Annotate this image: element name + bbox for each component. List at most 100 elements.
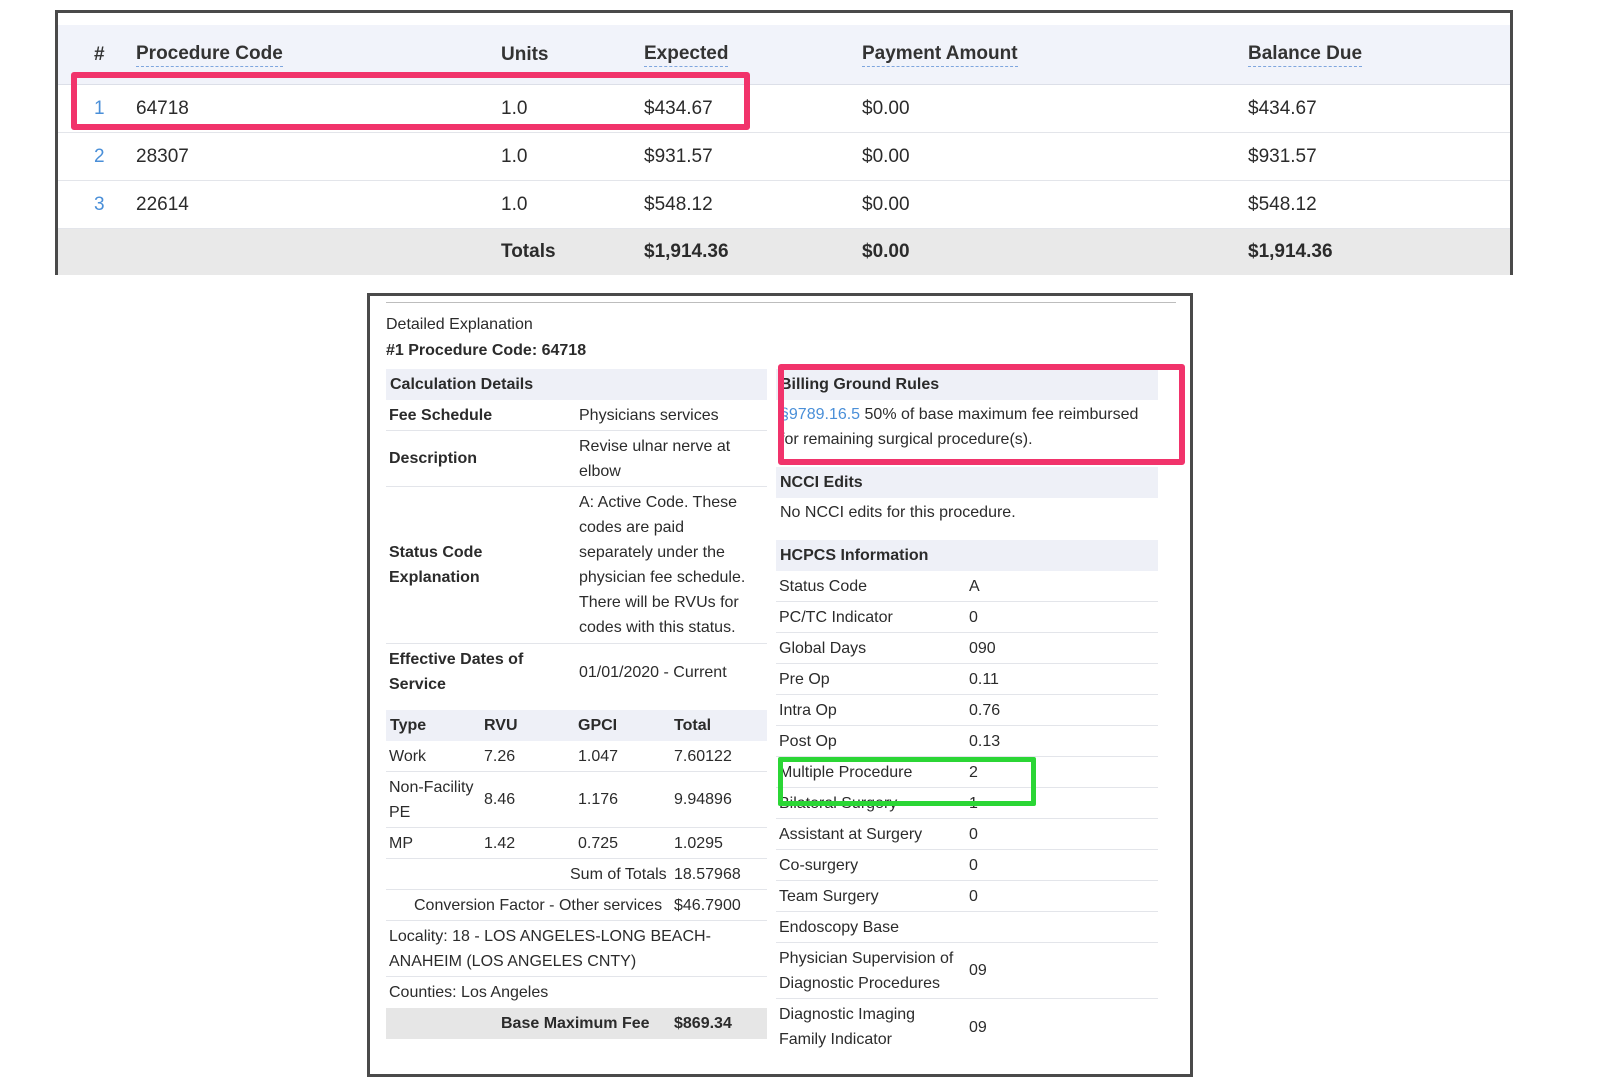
locality-row: Locality: 18 - LOS ANGELES-LONG BEACH- A… bbox=[386, 921, 767, 977]
description-label: Description bbox=[389, 450, 478, 467]
hcpcs-key: Co-surgery bbox=[779, 856, 859, 874]
rvu-header-total: Total bbox=[674, 716, 712, 734]
hcpcs-key: Status Code bbox=[779, 577, 868, 595]
hcpcs-value: 2 bbox=[969, 763, 978, 781]
procedure-code: 28307 bbox=[136, 145, 189, 167]
balance-due: $548.12 bbox=[1248, 193, 1317, 215]
header-expected[interactable]: Expected bbox=[644, 25, 729, 84]
hcpcs-row: PC/TC Indicator 0 bbox=[776, 602, 1158, 633]
hcpcs-key: Pre Op bbox=[779, 670, 830, 688]
hcpcs-value: 0 bbox=[969, 887, 978, 905]
effective-dates-label: Effective Dates of Service bbox=[389, 651, 524, 693]
rvu-row-mp: MP 1.42 0.725 1.0295 bbox=[386, 828, 767, 859]
units: 1.0 bbox=[501, 193, 528, 215]
totals-balance: $1,914.36 bbox=[1248, 241, 1333, 262]
expected: $434.67 bbox=[644, 97, 713, 119]
hcpcs-row: Bilateral Surgery 1 bbox=[776, 788, 1158, 819]
payment-amount: $0.00 bbox=[862, 97, 910, 119]
hcpcs-row: Team Surgery 0 bbox=[776, 881, 1158, 912]
hcpcs-value: 09 bbox=[969, 1018, 987, 1036]
hcpcs-key: Bilateral Surgery bbox=[779, 794, 898, 812]
hcpcs-row-physician-supervision: Physician Supervision of Diagnostic Proc… bbox=[776, 943, 1158, 999]
detail-subtitle: #1 Procedure Code: 64718 bbox=[386, 342, 587, 359]
locality-text: Locality: 18 - LOS ANGELES-LONG BEACH- A… bbox=[389, 927, 711, 970]
sum-of-totals-row: Sum of Totals 18.57968 bbox=[386, 859, 767, 890]
status-code-row: Status Code Explanation A: Active Code. … bbox=[386, 487, 767, 644]
conversion-factor-value: $46.7900 bbox=[674, 896, 741, 914]
totals-row: Totals $1,914.36 $0.00 $1,914.36 bbox=[58, 229, 1510, 275]
hcpcs-key: PC/TC Indicator bbox=[779, 608, 893, 626]
expected: $548.12 bbox=[644, 193, 713, 215]
ncci-edits-text: No NCCI edits for this procedure. bbox=[780, 504, 1016, 521]
totals-expected: $1,914.36 bbox=[644, 241, 729, 262]
row-number-link[interactable]: 1 bbox=[94, 85, 105, 132]
rvu-row-pe: Non-Facility PE 8.46 1.176 9.94896 bbox=[386, 772, 767, 828]
hcpcs-key: Multiple Procedure bbox=[779, 763, 913, 781]
hcpcs-key: Physician Supervision of Diagnostic Proc… bbox=[779, 949, 954, 992]
hcpcs-row: Endoscopy Base bbox=[776, 912, 1158, 943]
rvu-type: Non-Facility PE bbox=[389, 778, 474, 821]
table-row: 2 28307 1.0 $931.57 $0.00 $931.57 bbox=[58, 133, 1510, 181]
rule-reference-link[interactable]: §9789.16.5 bbox=[780, 406, 860, 423]
hcpcs-value: 0 bbox=[969, 856, 978, 874]
fee-schedule-value: Physicians services bbox=[579, 406, 719, 424]
hcpcs-row: Global Days 090 bbox=[776, 633, 1158, 664]
conversion-factor-row: Conversion Factor - Other services $46.7… bbox=[386, 890, 767, 921]
hcpcs-value: 0.11 bbox=[969, 670, 999, 688]
rvu-header-gpci: GPCI bbox=[578, 716, 618, 734]
header-balance-due[interactable]: Balance Due bbox=[1248, 25, 1363, 84]
total-value: 1.0295 bbox=[674, 834, 723, 852]
hcpcs-value: 09 bbox=[969, 962, 987, 979]
detail-title: Detailed Explanation bbox=[386, 316, 533, 333]
header-units: Units bbox=[501, 43, 549, 65]
header-num: # bbox=[94, 43, 105, 65]
header-payment-amount[interactable]: Payment Amount bbox=[862, 25, 1018, 84]
hcpcs-value: 0 bbox=[969, 825, 978, 843]
hcpcs-key: Team Surgery bbox=[779, 887, 879, 905]
hcpcs-key: Diagnostic Imaging Family Indicator bbox=[779, 1006, 916, 1048]
procedure-code: 22614 bbox=[136, 193, 189, 215]
status-code-explanation: A: Active Code. These codes are paid sep… bbox=[579, 494, 746, 636]
procedure-code: 64718 bbox=[136, 97, 189, 119]
hcpcs-row: Co-surgery 0 bbox=[776, 850, 1158, 881]
sum-of-totals-label: Sum of Totals bbox=[570, 865, 667, 883]
claim-summary-table: # Procedure Code Units Expected Payment … bbox=[55, 10, 1513, 275]
row-number-link[interactable]: 2 bbox=[94, 133, 105, 180]
hcpcs-value: 0.13 bbox=[969, 732, 1001, 750]
fee-schedule-label: Fee Schedule bbox=[389, 406, 493, 424]
divider bbox=[386, 302, 1176, 303]
expected: $931.57 bbox=[644, 145, 713, 167]
detailed-explanation-panel: Detailed Explanation #1 Procedure Code: … bbox=[367, 293, 1193, 1077]
counties-row: Counties: Los Angeles bbox=[386, 977, 767, 1008]
hcpcs-row: Pre Op 0.11 bbox=[776, 664, 1158, 695]
hcpcs-row-diagnostic-imaging: Diagnostic Imaging Family Indicator 09 bbox=[776, 999, 1158, 1055]
billing-ground-rules-heading: Billing Ground Rules bbox=[776, 369, 1158, 400]
units: 1.0 bbox=[501, 97, 528, 119]
hcpcs-key: Global Days bbox=[779, 639, 867, 657]
hcpcs-key: Endoscopy Base bbox=[779, 918, 900, 936]
header-procedure-code[interactable]: Procedure Code bbox=[136, 25, 283, 84]
hcpcs-row: Status Code A bbox=[776, 571, 1158, 602]
hcpcs-key: Post Op bbox=[779, 732, 837, 750]
balance-due: $434.67 bbox=[1248, 97, 1317, 119]
calculation-details-heading: Calculation Details bbox=[386, 369, 767, 400]
total-value: 9.94896 bbox=[674, 791, 732, 808]
rvu-table-header: Type RVU GPCI Total bbox=[386, 710, 767, 741]
ncci-edits-heading: NCCI Edits bbox=[776, 467, 1158, 498]
hcpcs-key: Intra Op bbox=[779, 701, 837, 719]
row-number-link[interactable]: 3 bbox=[94, 181, 105, 228]
rvu-row-work: Work 7.26 1.047 7.60122 bbox=[386, 741, 767, 772]
hcpcs-row-multiple-procedure: Multiple Procedure 2 bbox=[776, 757, 1158, 788]
base-maximum-fee-label: Base Maximum Fee bbox=[501, 1014, 650, 1032]
rvu-value: 1.42 bbox=[484, 834, 516, 852]
gpci-value: 0.725 bbox=[578, 834, 619, 852]
hcpcs-row: Post Op 0.13 bbox=[776, 726, 1158, 757]
hcpcs-row: Assistant at Surgery 0 bbox=[776, 819, 1158, 850]
status-code-label: Status Code Explanation bbox=[389, 544, 483, 586]
hcpcs-value: 0.76 bbox=[969, 701, 1001, 719]
counties-text: Counties: Los Angeles bbox=[389, 984, 549, 1001]
rvu-value: 7.26 bbox=[484, 747, 516, 765]
table-row: 3 22614 1.0 $548.12 $0.00 $548.12 bbox=[58, 181, 1510, 229]
totals-payment: $0.00 bbox=[862, 241, 910, 262]
hcpcs-row: Intra Op 0.76 bbox=[776, 695, 1158, 726]
